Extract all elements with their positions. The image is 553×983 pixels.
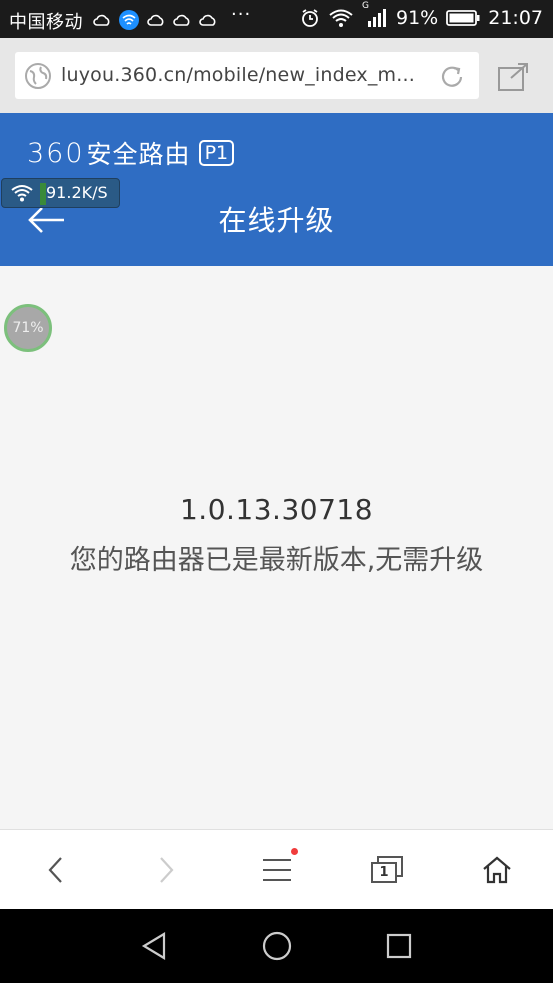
url-field[interactable]: luyou.360.cn/mobile/new_index_m...: [15, 52, 479, 99]
menu-icon: [263, 859, 291, 881]
clock: 21:07: [488, 7, 543, 29]
cloud-icon: [199, 14, 216, 26]
reload-icon[interactable]: [437, 62, 467, 92]
brand-logo: 360 安全路由 P1: [27, 135, 235, 171]
firmware-version: 1.0.13.30718: [179, 493, 374, 526]
nav-recents-icon[interactable]: [382, 929, 416, 963]
browser-menu-button[interactable]: [257, 850, 297, 890]
brand-number: 360: [27, 137, 85, 169]
menu-notification-dot: [291, 848, 298, 855]
battery-icon: [446, 10, 480, 26]
url-text: luyou.360.cn/mobile/new_index_m...: [61, 64, 415, 86]
status-bar: 中国移动 ··· G 91% 21:07: [0, 0, 553, 38]
status-right-group: G 91% 21:07: [300, 1, 543, 29]
browser-forward-button[interactable]: [146, 850, 186, 890]
upgrade-status-message: 您的路由器已是最新版本,无需升级: [69, 545, 484, 576]
carrier-label: 中国移动: [9, 12, 83, 33]
cellular-signal-icon: G: [362, 1, 388, 29]
cloud-icon: [173, 14, 190, 26]
system-navigation-bar: [0, 909, 553, 983]
tabs-icon: 1: [369, 855, 405, 885]
browser-home-button[interactable]: [477, 850, 517, 890]
wifi-signal-icon: [329, 9, 353, 27]
status-notification-icons: [92, 9, 218, 31]
cloud-icon: [93, 14, 110, 26]
home-icon: [483, 856, 511, 884]
share-icon[interactable]: [497, 62, 531, 92]
nav-home-icon[interactable]: [260, 929, 294, 963]
chevron-left-icon: [48, 857, 62, 883]
browser-address-area: luyou.360.cn/mobile/new_index_m...: [0, 38, 553, 113]
browser-back-button[interactable]: [36, 850, 76, 890]
browser-toolbar: 1: [0, 829, 553, 909]
browser-tabs-button[interactable]: 1: [367, 850, 407, 890]
chevron-right-icon: [160, 857, 174, 883]
wifi-notification-icon: [119, 10, 139, 30]
memory-usage-circle[interactable]: 71%: [4, 304, 52, 352]
brand-model-badge: P1: [198, 140, 235, 166]
brand-name: 安全路由: [86, 140, 191, 169]
nav-back-icon[interactable]: [138, 929, 172, 963]
cloud-icon: [147, 14, 164, 26]
more-notifications-indicator: ···: [231, 4, 252, 25]
globe-icon: [25, 63, 51, 89]
network-speed-badge[interactable]: 91.2K/S: [1, 178, 120, 208]
speed-value: 91.2K/S: [46, 183, 108, 202]
alarm-icon: [302, 9, 318, 27]
wifi-icon: [11, 185, 33, 202]
tab-count: 1: [379, 865, 389, 880]
battery-percent: 91%: [396, 7, 439, 29]
